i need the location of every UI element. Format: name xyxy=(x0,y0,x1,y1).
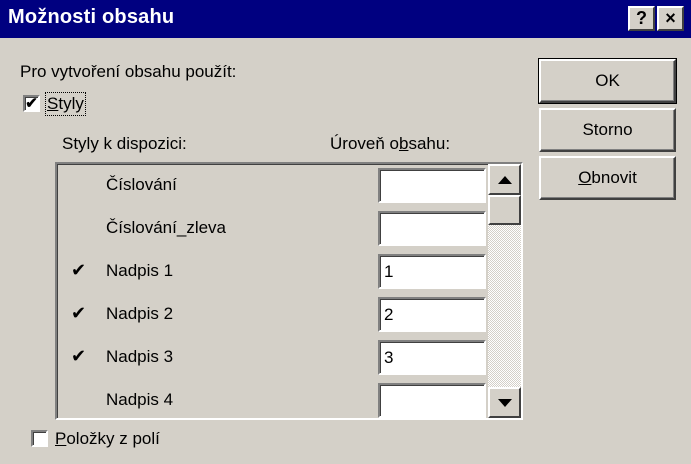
checkmark-icon: ✔ xyxy=(71,260,87,280)
style-name: Nadpis 1 xyxy=(106,261,174,280)
close-icon: × xyxy=(665,8,676,28)
available-styles-header: Styly k dispozici: xyxy=(62,134,187,153)
scroll-thumb[interactable] xyxy=(488,195,521,225)
style-name: Nadpis 4 xyxy=(106,390,174,409)
checkmark-icon: ✔ xyxy=(71,346,87,366)
style-row[interactable]: ✔ Nadpis 1 1 xyxy=(57,252,487,295)
style-row[interactable]: ✔ Nadpis 2 2 xyxy=(57,295,487,338)
level-input[interactable]: 3 xyxy=(378,340,486,375)
help-button[interactable]: ? xyxy=(628,6,655,31)
checkbox-check-icon: ✔ xyxy=(25,95,38,112)
style-name: Nadpis 3 xyxy=(106,347,174,366)
window-title: Možnosti obsahu xyxy=(8,6,175,28)
styles-checkbox-label[interactable]: Styly xyxy=(45,92,86,116)
arrow-up-icon xyxy=(497,175,512,184)
level-input[interactable]: 1 xyxy=(378,254,486,289)
scroll-down-button[interactable] xyxy=(488,387,521,418)
level-input[interactable] xyxy=(378,168,486,203)
style-row[interactable]: Nadpis 4 xyxy=(57,381,487,418)
style-name: Nadpis 2 xyxy=(106,304,174,323)
style-row[interactable]: Číslování_zleva xyxy=(57,209,487,252)
styles-list[interactable]: Číslování Číslování_zleva ✔ Nadpis 1 1 ✔ Nadpi… xyxy=(55,162,523,420)
style-row[interactable]: ✔ Nadpis 3 3 xyxy=(57,338,487,381)
close-button[interactable]: × xyxy=(657,6,684,31)
scroll-up-button[interactable] xyxy=(488,164,521,195)
level-input[interactable] xyxy=(378,383,486,418)
checkmark-icon: ✔ xyxy=(71,303,87,323)
style-name: Číslování_zleva xyxy=(106,218,227,237)
list-scrollbar[interactable] xyxy=(488,164,521,418)
help-icon: ? xyxy=(636,8,647,28)
ok-button[interactable]: OK xyxy=(538,58,677,104)
section-label: Pro vytvoření obsahu použít: xyxy=(20,62,237,81)
styles-checkbox[interactable]: ✔ xyxy=(23,95,40,112)
cancel-button[interactable]: Storno xyxy=(539,108,676,152)
level-header: Úroveň obsahu: xyxy=(330,134,451,153)
reset-button[interactable]: Obnovit xyxy=(539,156,676,200)
level-input[interactable]: 2 xyxy=(378,297,486,332)
style-row[interactable]: Číslování xyxy=(57,166,487,209)
fields-checkbox-label[interactable]: Položky z polí xyxy=(55,429,160,449)
fields-checkbox[interactable] xyxy=(31,430,48,447)
arrow-down-icon xyxy=(497,398,512,407)
style-name: Číslování xyxy=(106,175,177,194)
title-bar: Možnosti obsahu ? × xyxy=(0,0,691,38)
level-input[interactable] xyxy=(378,211,486,246)
